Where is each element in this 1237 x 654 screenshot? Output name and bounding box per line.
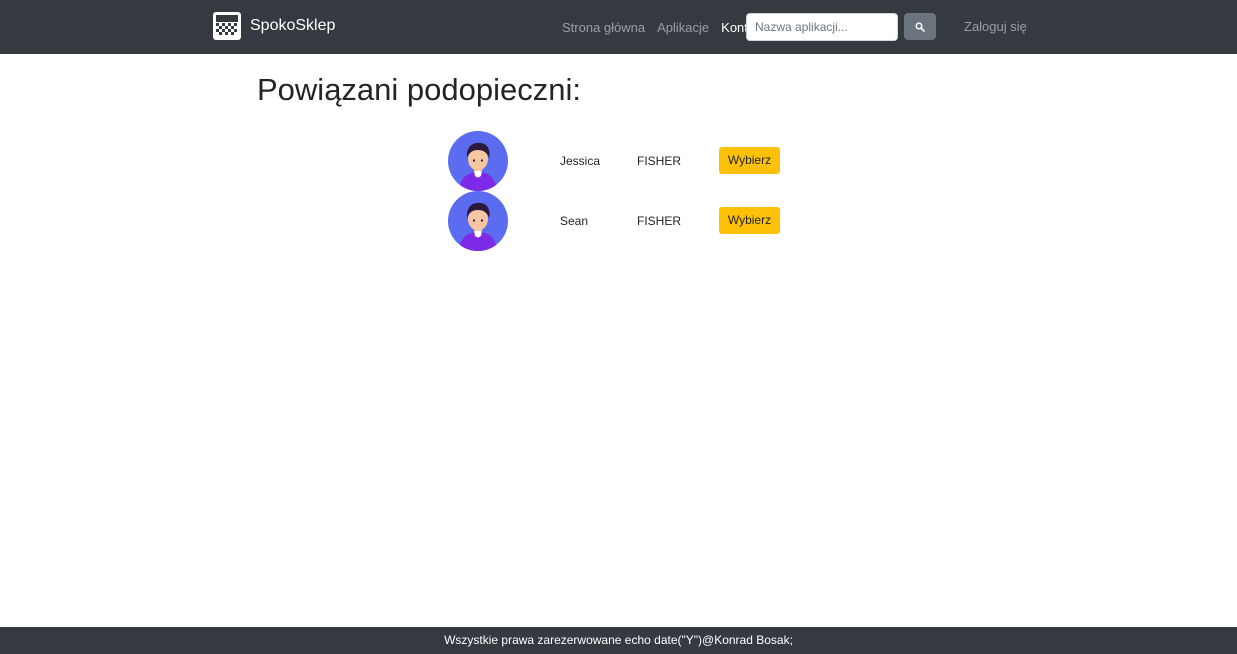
- footer: Wszystkie prawa zarezerwowane echo date(…: [0, 627, 1237, 654]
- ward-last-name: FISHER: [637, 214, 682, 228]
- search-input[interactable]: [746, 13, 898, 41]
- navbar: SpokoSklep Strona główna Aplikacje Konto…: [0, 0, 1237, 54]
- select-ward-button[interactable]: Wybierz: [719, 147, 780, 174]
- user-avatar-icon: [448, 191, 508, 251]
- login-link[interactable]: Zaloguj się: [964, 0, 1027, 54]
- brand-link[interactable]: SpokoSklep: [213, 12, 335, 40]
- ward-first-name: Sean: [560, 214, 589, 228]
- search-button[interactable]: [904, 13, 936, 40]
- brand-name: SpokoSklep: [250, 17, 336, 34]
- nav-links: Strona główna Aplikacje Konto: [562, 0, 761, 54]
- select-ward-button[interactable]: Wybierz: [719, 207, 780, 234]
- search-icon: [915, 21, 925, 32]
- nav-link-home[interactable]: Strona główna: [562, 20, 645, 35]
- page-title: Powiązani podopieczni:: [257, 72, 581, 107]
- ward-row: Jessica FISHER Wybierz: [448, 131, 788, 191]
- store-icon: [213, 12, 241, 40]
- footer-text: Wszystkie prawa zarezerwowane echo date(…: [444, 633, 793, 647]
- ward-row: Sean FISHER Wybierz: [448, 191, 788, 251]
- nav-link-apps[interactable]: Aplikacje: [657, 20, 709, 35]
- ward-last-name: FISHER: [637, 154, 682, 168]
- user-avatar-icon: [448, 131, 508, 191]
- ward-first-name: Jessica: [560, 154, 601, 168]
